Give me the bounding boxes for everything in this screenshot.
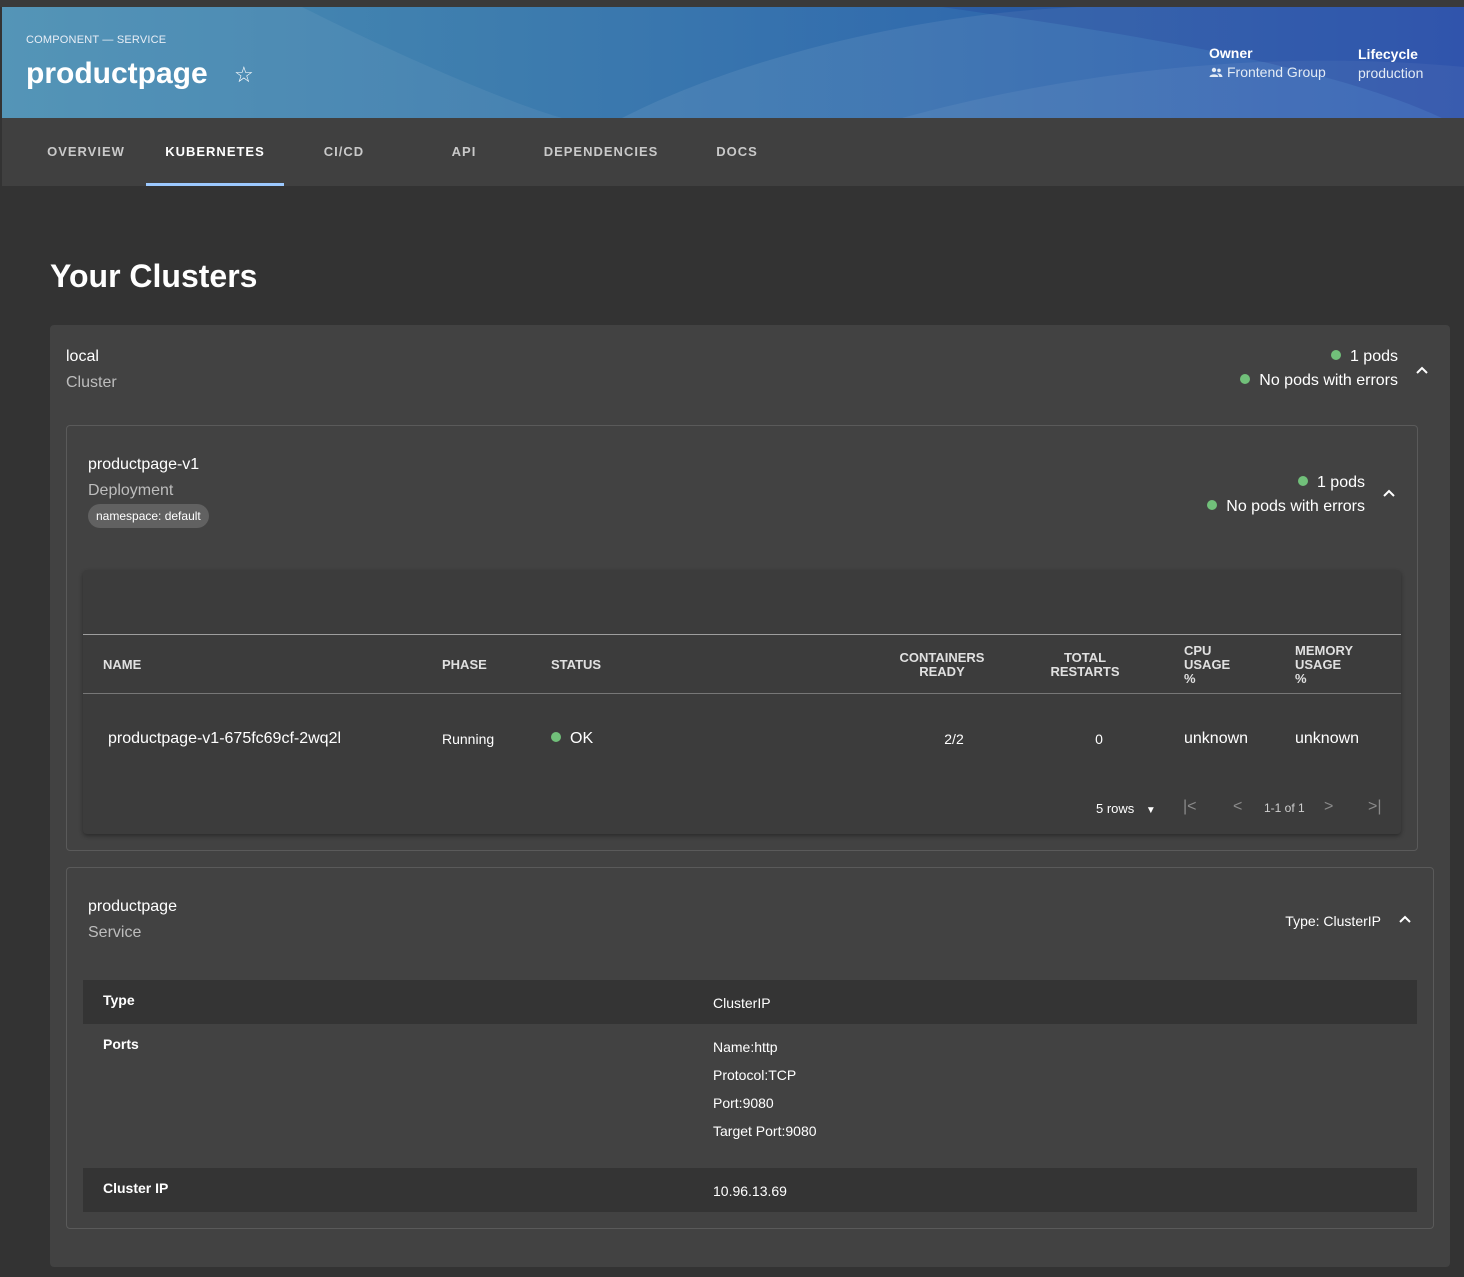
deployment-pods-text: 1 pods <box>1316 474 1365 491</box>
header-line: MEMORY <box>1295 643 1354 658</box>
pagination-range: 1-1 of 1 <box>1264 801 1305 815</box>
cluster-pods-errors: No pods with errors <box>1240 372 1398 390</box>
service-accordion: productpage Service Type: ClusterIP Type… <box>66 867 1434 1229</box>
pods-table: NAME PHASE STATUS CONTAINERS READY TOTAL R… <box>83 570 1401 834</box>
cluster-errors-text: No pods with errors <box>1259 372 1398 389</box>
pod-total-restarts: 0 <box>1095 731 1103 747</box>
tab-dependencies[interactable]: DEPENDENCIES <box>542 118 660 186</box>
entity-header: COMPONENT — SERVICE productpage ☆ Owner … <box>2 7 1464 118</box>
pod-memory-usage: unknown <box>1295 730 1360 747</box>
last-page-icon[interactable]: >| <box>1368 798 1382 816</box>
cluster-pods-count: 1 pods <box>1330 348 1398 366</box>
pod-status: OK <box>551 730 593 748</box>
service-subtitle: Service <box>88 924 142 941</box>
cluster-subtitle: Cluster <box>66 374 117 391</box>
deployment-name: productpage-v1 <box>88 456 200 473</box>
service-port-target: Target Port:9080 <box>713 1123 817 1139</box>
cluster-pods-text: 1 pods <box>1349 348 1398 365</box>
chevron-up-icon[interactable] <box>1413 362 1431 380</box>
previous-page-icon[interactable]: < <box>1233 798 1242 816</box>
header-line: % <box>1184 671 1196 686</box>
namespace-chip: namespace: default <box>88 504 209 528</box>
column-header-total-restarts[interactable]: TOTAL RESTARTS <box>1035 651 1135 679</box>
header-line: RESTARTS <box>1050 664 1120 679</box>
tab-docs[interactable]: DOCS <box>697 118 777 186</box>
pod-status-text: OK <box>570 730 594 747</box>
column-header-status[interactable]: STATUS <box>551 658 601 672</box>
column-header-phase[interactable]: PHASE <box>442 658 487 672</box>
header-line: CONTAINERS <box>899 650 985 665</box>
caret-down-icon: ▼ <box>1145 805 1156 816</box>
tab-kubernetes[interactable]: KUBERNETES <box>146 118 284 186</box>
pod-containers-ready: 2/2 <box>944 731 964 747</box>
pod-name: productpage-v1-675fc69cf-2wq2l <box>108 730 342 747</box>
service-cluster-ip-key: Cluster IP <box>103 1180 169 1196</box>
page-heading: Your Clusters <box>50 258 258 294</box>
column-header-name[interactable]: NAME <box>103 658 141 672</box>
tab-overview[interactable]: OVERVIEW <box>46 118 126 186</box>
status-ok-dot <box>551 732 561 742</box>
service-detail-row-cluster-ip: Cluster IP 10.96.13.69 <box>83 1168 1417 1212</box>
table-header-bottom-divider <box>83 693 1401 694</box>
rows-per-page-select[interactable]: 5 rows ▼ <box>1096 801 1156 816</box>
page-title: productpage <box>26 57 208 90</box>
lifecycle-value: production <box>1358 65 1424 81</box>
header-wave-decoration <box>2 7 1464 118</box>
service-detail-row-type: Type ClusterIP <box>83 980 1417 1024</box>
rows-per-page-value: 5 rows <box>1096 801 1135 816</box>
column-header-memory-usage[interactable]: MEMORY USAGE% <box>1295 644 1353 686</box>
owner-value: Frontend Group <box>1227 64 1326 80</box>
service-ports-key: Ports <box>103 1036 139 1052</box>
status-ok-dot <box>1297 476 1308 486</box>
next-page-icon[interactable]: > <box>1324 798 1333 816</box>
service-port-name: Name:http <box>713 1039 778 1055</box>
header-line: USAGE <box>1184 657 1231 672</box>
service-type-badge: Type: ClusterIP <box>1285 913 1381 929</box>
entity-kind: COMPONENT — SERVICE <box>26 34 167 46</box>
group-icon <box>1209 65 1223 81</box>
pod-cpu-usage: unknown <box>1184 730 1249 747</box>
header-line: CPU <box>1184 643 1212 658</box>
lifecycle-label: Lifecycle <box>1358 46 1418 62</box>
owner-label: Owner <box>1209 45 1253 61</box>
header-line: TOTAL <box>1063 650 1107 665</box>
chevron-up-icon[interactable] <box>1396 911 1414 929</box>
service-type-value: ClusterIP <box>713 995 771 1011</box>
status-ok-dot <box>1240 374 1251 384</box>
top-strip <box>0 0 1464 7</box>
column-header-cpu-usage[interactable]: CPU USAGE% <box>1184 644 1230 686</box>
cluster-name: local <box>66 348 99 365</box>
cluster-accordion: local Cluster 1 pods No pods with errors… <box>50 325 1450 1267</box>
deployment-accordion: productpage-v1 Deployment namespace: def… <box>66 425 1418 851</box>
service-name: productpage <box>88 898 177 915</box>
table-header-top-divider <box>83 634 1401 635</box>
chevron-up-icon[interactable] <box>1380 485 1398 503</box>
deployment-pods-errors: No pods with errors <box>1207 498 1365 516</box>
service-cluster-ip-value: 10.96.13.69 <box>713 1183 787 1199</box>
deployment-pods-count: 1 pods <box>1297 474 1365 492</box>
service-type-key: Type <box>103 992 135 1008</box>
header-line: % <box>1295 671 1307 686</box>
header-line: READY <box>919 664 965 679</box>
tab-bar: OVERVIEW KUBERNETES CI/CD API DEPENDENCI… <box>2 118 1464 186</box>
service-port-port: Port:9080 <box>713 1095 774 1111</box>
first-page-icon[interactable]: |< <box>1183 798 1197 816</box>
status-ok-dot <box>1207 500 1218 510</box>
tab-cicd[interactable]: CI/CD <box>304 118 384 186</box>
active-tab-indicator <box>146 183 284 186</box>
header-line: USAGE <box>1295 657 1342 672</box>
deployment-subtitle: Deployment <box>88 482 174 499</box>
tab-api[interactable]: API <box>424 118 504 186</box>
pod-phase: Running <box>442 731 495 747</box>
deployment-errors-text: No pods with errors <box>1226 498 1365 515</box>
column-header-containers-ready[interactable]: CONTAINERS READY <box>873 651 1011 679</box>
status-ok-dot <box>1330 350 1341 360</box>
favorite-star-icon[interactable]: ☆ <box>234 62 254 88</box>
service-port-protocol: Protocol:TCP <box>713 1067 797 1083</box>
owner-link[interactable]: Frontend Group <box>1209 64 1326 81</box>
